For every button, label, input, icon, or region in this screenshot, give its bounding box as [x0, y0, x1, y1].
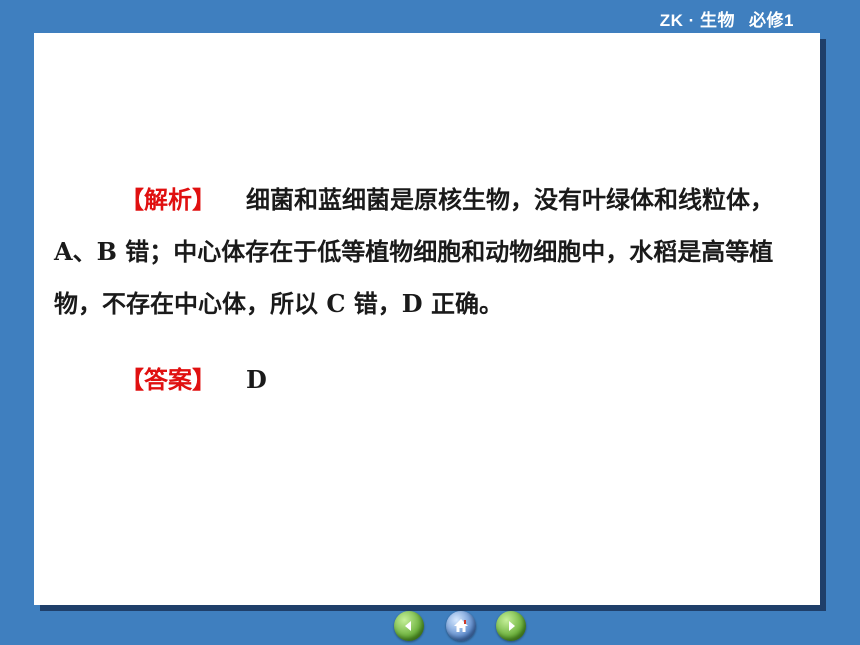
analysis-tag: 【解析】 — [120, 185, 216, 214]
analysis-paragraph: 【解析】 细菌和蓝细菌是原核生物，没有叶绿体和线粒体，A、B 错；中心体存在于低等… — [54, 174, 814, 330]
arrow-left-icon — [405, 621, 411, 631]
answer-tag: 【答案】 — [120, 365, 216, 394]
answer-text: D — [246, 365, 267, 394]
home-icon — [454, 619, 468, 632]
answer-paragraph: 【答案】 D — [54, 354, 814, 406]
arrow-right-icon — [509, 621, 515, 631]
next-button[interactable] — [496, 611, 526, 641]
header-title-right: 必修1 — [749, 11, 794, 30]
prev-button[interactable] — [394, 611, 424, 641]
header-title-left: ZK · 生物 — [659, 11, 736, 30]
home-button[interactable] — [446, 611, 476, 641]
header-title: ZK · 生物 必修1 — [660, 6, 794, 31]
